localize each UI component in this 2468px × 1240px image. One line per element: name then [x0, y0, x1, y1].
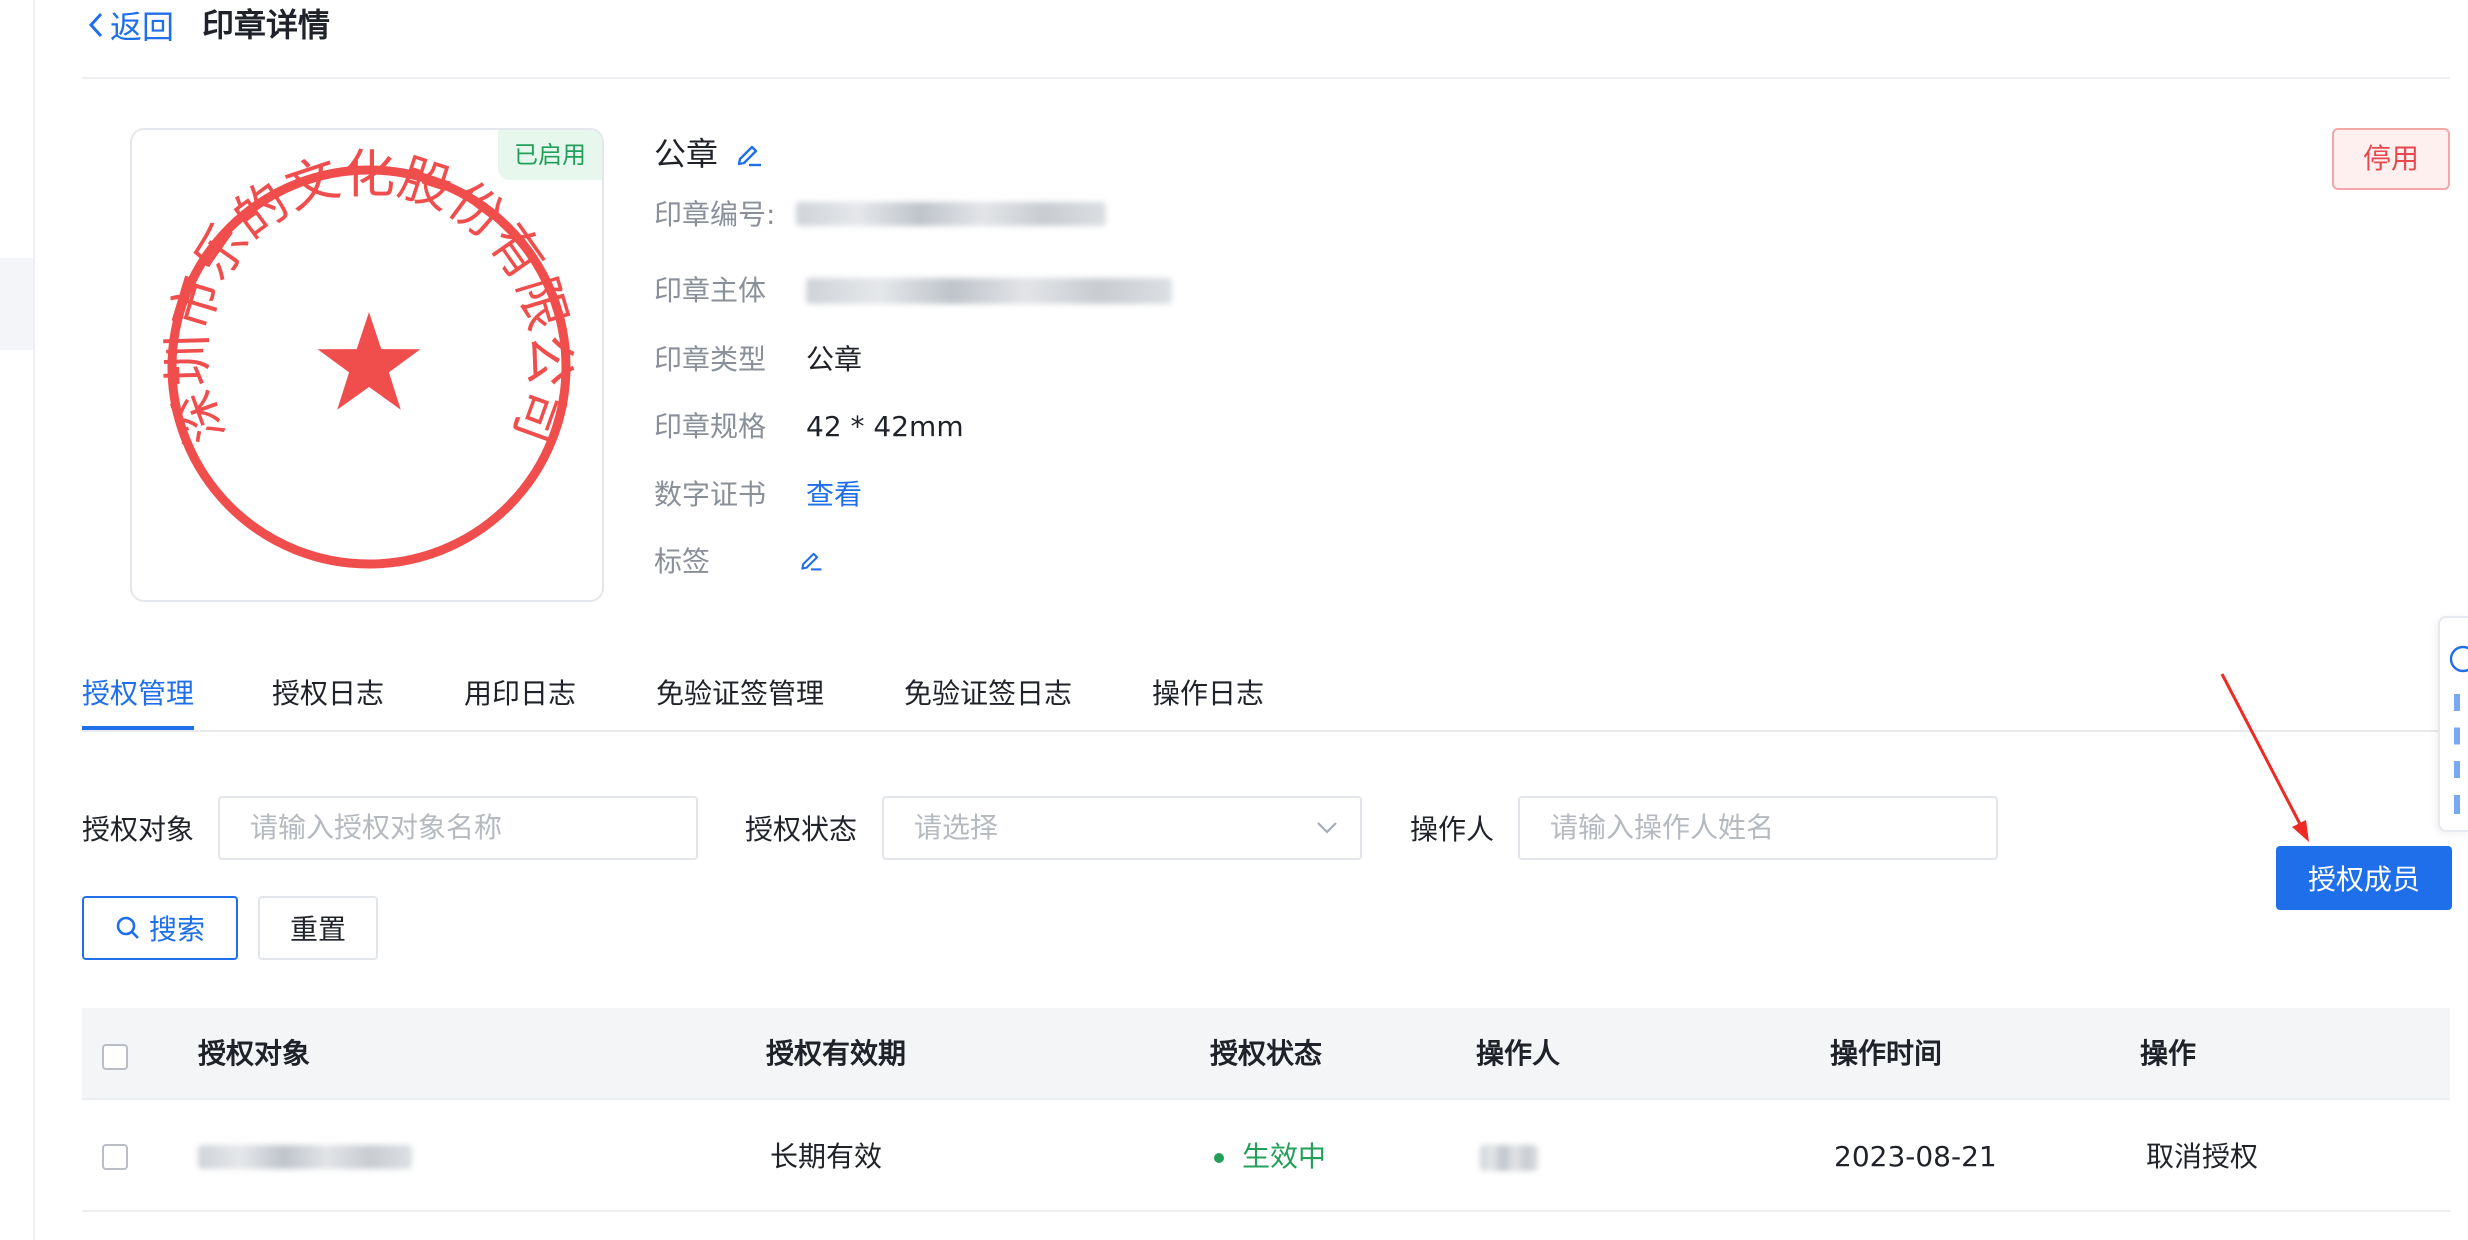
widget-text-fragment [2454, 694, 2460, 814]
back-label: 返回 [110, 8, 175, 46]
tab-operation-log[interactable]: 操作日志 [1152, 668, 1264, 720]
row-time: 2023-08-21 [1834, 1140, 1997, 1173]
tab-exempt-sign-management[interactable]: 免验证签管理 [656, 668, 824, 720]
seal-spec-label: 印章规格 [654, 410, 767, 443]
tab-auth-log[interactable]: 授权日志 [272, 668, 384, 720]
left-gutter-highlight [0, 258, 33, 350]
seal-number-redacted [796, 202, 1106, 226]
filter-target-label: 授权对象 [82, 813, 195, 846]
edit-tag-icon[interactable] [798, 546, 824, 572]
search-button-label: 搜索 [148, 913, 205, 946]
row-target-redacted [198, 1145, 412, 1169]
tab-auth-management[interactable]: 授权管理 [82, 668, 194, 720]
authorize-member-button[interactable]: 授权成员 [2276, 846, 2452, 910]
seal-name-text: 公章 [654, 135, 719, 173]
cancel-authorization-link[interactable]: 取消授权 [2146, 1134, 2258, 1180]
table-row-divider [82, 1210, 2450, 1212]
info-icon [2449, 645, 2468, 673]
header-divider [82, 77, 2450, 79]
chevron-down-icon [1317, 822, 1337, 834]
search-button[interactable]: 搜索 [82, 896, 238, 960]
seal-type-label: 印章类型 [654, 343, 767, 376]
view-certificate-link[interactable]: 查看 [806, 473, 862, 517]
operator-search-placeholder: 请输入操作人姓名 [1550, 811, 1775, 844]
floating-help-widget[interactable] [2438, 616, 2468, 832]
row-validity: 长期有效 [770, 1140, 883, 1173]
seal-status-badge: 已启用 [498, 130, 602, 180]
tab-exempt-sign-log[interactable]: 免验证签日志 [904, 668, 1072, 720]
status-dot-icon [1214, 1153, 1224, 1163]
filter-status-label: 授权状态 [745, 813, 858, 846]
page-title: 印章详情 [202, 6, 331, 44]
seal-tag-label: 标签 [654, 545, 711, 578]
row-status: 生效中 [1214, 1134, 1326, 1180]
tabs-divider [82, 730, 2450, 732]
search-icon [116, 916, 139, 939]
disable-seal-button[interactable]: 停用 [2332, 128, 2450, 190]
status-select[interactable]: 请选择 [882, 796, 1362, 860]
reset-button[interactable]: 重置 [258, 896, 378, 960]
target-search-placeholder: 请输入授权对象名称 [250, 811, 503, 844]
annotation-arrow-icon [2220, 673, 2309, 842]
edit-name-icon[interactable] [734, 138, 764, 168]
seal-preview-card: 深圳市乐的文化股份有限公司 已启用 [130, 128, 604, 602]
column-header-validity: 授权有效期 [766, 1037, 907, 1070]
select-all-checkbox[interactable] [102, 1044, 128, 1070]
column-header-time: 操作时间 [1830, 1037, 1943, 1070]
svg-text:深圳市乐的文化股份有限公司: 深圳市乐的文化股份有限公司 [158, 146, 579, 452]
chevron-left-icon [88, 12, 103, 38]
seal-arc-text: 深圳市乐的文化股份有限公司 [158, 146, 579, 452]
table-header-divider [82, 1098, 2450, 1100]
seal-spec-value: 42 * 42mm [806, 410, 964, 443]
seal-name: 公章 [654, 130, 718, 178]
seal-image: 深圳市乐的文化股份有限公司 [158, 146, 580, 569]
seal-number-label: 印章编号: [654, 198, 776, 231]
column-header-action: 操作 [2140, 1037, 2197, 1070]
seal-entity-label: 印章主体 [654, 274, 767, 307]
row-operator-redacted [1480, 1145, 1538, 1171]
target-search-input[interactable]: 请输入授权对象名称 [218, 796, 698, 860]
seal-entity-redacted [806, 278, 1172, 304]
tab-usage-log[interactable]: 用印日志 [464, 668, 576, 720]
seal-cert-label: 数字证书 [654, 478, 767, 511]
status-select-placeholder: 请选择 [914, 811, 999, 844]
row-checkbox[interactable] [102, 1144, 128, 1170]
column-header-target: 授权对象 [198, 1037, 311, 1070]
column-header-operator: 操作人 [1476, 1037, 1561, 1070]
operator-search-input[interactable]: 请输入操作人姓名 [1518, 796, 1998, 860]
column-header-status: 授权状态 [1210, 1037, 1323, 1070]
row-status-text: 生效中 [1242, 1140, 1327, 1173]
seal-type-value: 公章 [806, 343, 863, 376]
back-button[interactable]: 返回 [88, 5, 175, 46]
filter-operator-label: 操作人 [1410, 813, 1495, 846]
seal-star-icon [317, 312, 421, 410]
left-gutter-divider [33, 0, 35, 1240]
active-tab-indicator [82, 726, 194, 730]
